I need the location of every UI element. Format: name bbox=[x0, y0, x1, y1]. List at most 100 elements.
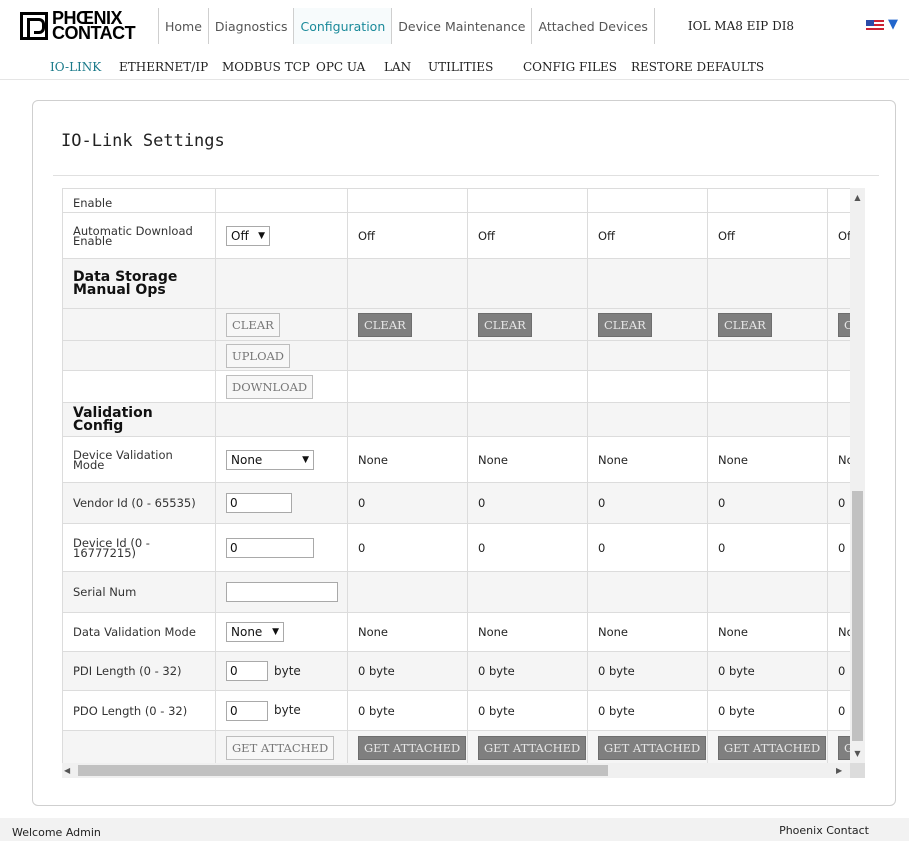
port-value: 0 byte bbox=[587, 690, 708, 731]
table-row: UPLOAD bbox=[62, 340, 850, 371]
port-value: 0 bbox=[827, 482, 850, 524]
clear-button[interactable]: CLEAR bbox=[358, 312, 412, 337]
scroll-down-arrow-icon[interactable]: ▼ bbox=[850, 746, 865, 761]
dropdown-arrow-icon: ▼ bbox=[302, 454, 309, 465]
get-attached-button[interactable]: GET ATTACHED bbox=[226, 735, 335, 760]
get-attached-button[interactable]: GET ATTACHED bbox=[598, 735, 707, 760]
dropdown-arrow-icon: ▼ bbox=[272, 627, 279, 637]
get-attached-button[interactable]: GET ATTACHED bbox=[718, 735, 827, 760]
vertical-scroll-thumb[interactable] bbox=[852, 491, 863, 741]
tab-device-maintenance[interactable]: Device Maintenance bbox=[391, 8, 532, 44]
language-dropdown-caret-icon[interactable]: ▼ bbox=[888, 17, 898, 32]
settings-table-viewport[interactable]: Enable Automatic Download Enable Off ▼ Of… bbox=[62, 188, 850, 763]
row-label: Enable bbox=[62, 188, 216, 213]
port-value: None bbox=[587, 612, 708, 652]
port-value: 0 byte bbox=[347, 651, 468, 691]
table-row: Data Validation Mode None ▼ None None Non… bbox=[62, 612, 850, 652]
tab-home[interactable]: Home bbox=[158, 8, 208, 44]
pdi-length-input[interactable]: 0 bbox=[226, 661, 268, 681]
tab-attached-devices[interactable]: Attached Devices bbox=[531, 8, 655, 44]
subnav-ethernet-ip[interactable]: ETHERNET/IP bbox=[119, 60, 208, 74]
table-row: Enable bbox=[62, 188, 850, 213]
port-value: 0 bbox=[827, 651, 850, 691]
port-value: Off bbox=[587, 212, 708, 259]
vendor-id-input[interactable]: 0 bbox=[226, 493, 292, 513]
port-value: None bbox=[467, 436, 588, 483]
top-bar: PHŒNIX CONTACT Home Diagnostics Configur… bbox=[0, 0, 909, 52]
auto-download-select[interactable]: Off ▼ bbox=[226, 225, 270, 246]
port-value: 0 byte bbox=[587, 651, 708, 691]
port-value: 0 byte bbox=[707, 651, 828, 691]
port-value: None bbox=[587, 436, 708, 483]
subnav-modbus-tcp[interactable]: MODBUS TCP bbox=[222, 60, 310, 74]
clear-button[interactable]: CLEAR bbox=[718, 312, 772, 337]
welcome-text: Welcome Admin bbox=[12, 826, 101, 839]
tab-diagnostics[interactable]: Diagnostics bbox=[207, 8, 294, 44]
upload-button[interactable]: UPLOAD bbox=[226, 343, 291, 368]
horizontal-scroll-thumb[interactable] bbox=[78, 765, 608, 776]
row-label: PDI Length (0 - 32) bbox=[62, 651, 216, 691]
get-attached-button[interactable]: G bbox=[838, 735, 850, 760]
device-validation-select[interactable]: None ▼ bbox=[226, 449, 314, 470]
port-value: None bbox=[707, 436, 828, 483]
clear-button[interactable]: C bbox=[838, 312, 850, 337]
serial-num-input[interactable] bbox=[226, 582, 338, 602]
scroll-up-arrow-icon[interactable]: ▲ bbox=[850, 190, 865, 205]
data-validation-select[interactable]: None ▼ bbox=[226, 622, 284, 642]
table-row: Vendor Id (0 - 65535) 0 0 0 0 0 0 bbox=[62, 482, 850, 524]
main-nav: Home Diagnostics Configuration Device Ma… bbox=[158, 8, 655, 44]
get-attached-button[interactable]: GET ATTACHED bbox=[478, 735, 587, 760]
port-value: 0 bbox=[467, 482, 588, 524]
table-row: Automatic Download Enable Off ▼ Off Off O… bbox=[62, 212, 850, 259]
clear-button[interactable]: CLEAR bbox=[598, 312, 652, 337]
unit-label: byte bbox=[274, 703, 301, 717]
port-value: Off bbox=[707, 212, 828, 259]
dropdown-arrow-icon: ▼ bbox=[258, 230, 265, 241]
scroll-left-arrow-icon[interactable]: ◀ bbox=[64, 763, 76, 778]
subnav-restore-defaults[interactable]: RESTORE DEFAULTS bbox=[631, 60, 764, 74]
subnav-config-files[interactable]: CONFIG FILES bbox=[523, 60, 617, 74]
port-value: 0 bbox=[587, 523, 708, 572]
port-value: No bbox=[827, 612, 850, 652]
row-label: Device Validation Mode bbox=[62, 436, 216, 483]
tab-configuration[interactable]: Configuration bbox=[293, 8, 392, 44]
subnav-utilities[interactable]: UTILITIES bbox=[428, 60, 493, 74]
port-value: 0 bbox=[707, 523, 828, 572]
table-row: Device Id (0 - 16777215) 0 0 0 0 0 0 bbox=[62, 523, 850, 572]
port-value: Off bbox=[347, 212, 468, 259]
table-row: Validation Config bbox=[62, 402, 850, 437]
subnav-io-link[interactable]: IO-LINK bbox=[50, 60, 101, 74]
clear-button[interactable]: CLEAR bbox=[478, 312, 532, 337]
port-value: No bbox=[827, 436, 850, 483]
table-row: Data Storage Manual Ops bbox=[62, 258, 850, 309]
port-value: 0 byte bbox=[467, 651, 588, 691]
logo-mark-icon bbox=[20, 12, 48, 40]
port-value: 0 bbox=[587, 482, 708, 524]
device-id-input[interactable]: 0 bbox=[226, 537, 314, 558]
logo-line-2: CONTACT bbox=[52, 23, 136, 43]
section-heading: Validation Config bbox=[62, 402, 216, 437]
download-button[interactable]: DOWNLOAD bbox=[226, 374, 314, 399]
subnav-lan[interactable]: LAN bbox=[384, 60, 411, 74]
port-value: 0 bbox=[347, 482, 468, 524]
vertical-scrollbar[interactable]: ▲ ▼ bbox=[850, 188, 865, 763]
scroll-right-arrow-icon[interactable]: ▶ bbox=[836, 763, 848, 778]
port-value: 0 byte bbox=[707, 690, 828, 731]
clear-button[interactable]: CLEAR bbox=[226, 312, 280, 337]
get-attached-button[interactable]: GET ATTACHED bbox=[358, 735, 467, 760]
table-row: PDI Length (0 - 32) 0 byte 0 byte 0 byte … bbox=[62, 651, 850, 691]
port-value: 0 bbox=[467, 523, 588, 572]
table-row: Serial Num bbox=[62, 571, 850, 613]
port-value: None bbox=[347, 436, 468, 483]
port-value: 0 bbox=[347, 523, 468, 572]
subnav-opc-ua[interactable]: OPC UA bbox=[316, 60, 365, 74]
pdo-length-input[interactable]: 0 bbox=[226, 700, 268, 721]
phoenix-contact-logo[interactable]: PHŒNIX CONTACT bbox=[20, 7, 150, 45]
row-label: Automatic Download Enable bbox=[62, 212, 216, 259]
horizontal-scrollbar[interactable]: ◀ ▶ bbox=[62, 763, 850, 778]
device-name: IOL MA8 EIP DI8 bbox=[687, 19, 795, 33]
table-row: PDO Length (0 - 32) 0 byte 0 byte 0 byte … bbox=[62, 690, 850, 731]
port-value: None bbox=[347, 612, 468, 652]
sub-nav: IO-LINK ETHERNET/IP MODBUS TCP OPC UA LA… bbox=[0, 56, 909, 80]
us-flag-icon[interactable] bbox=[866, 20, 884, 32]
